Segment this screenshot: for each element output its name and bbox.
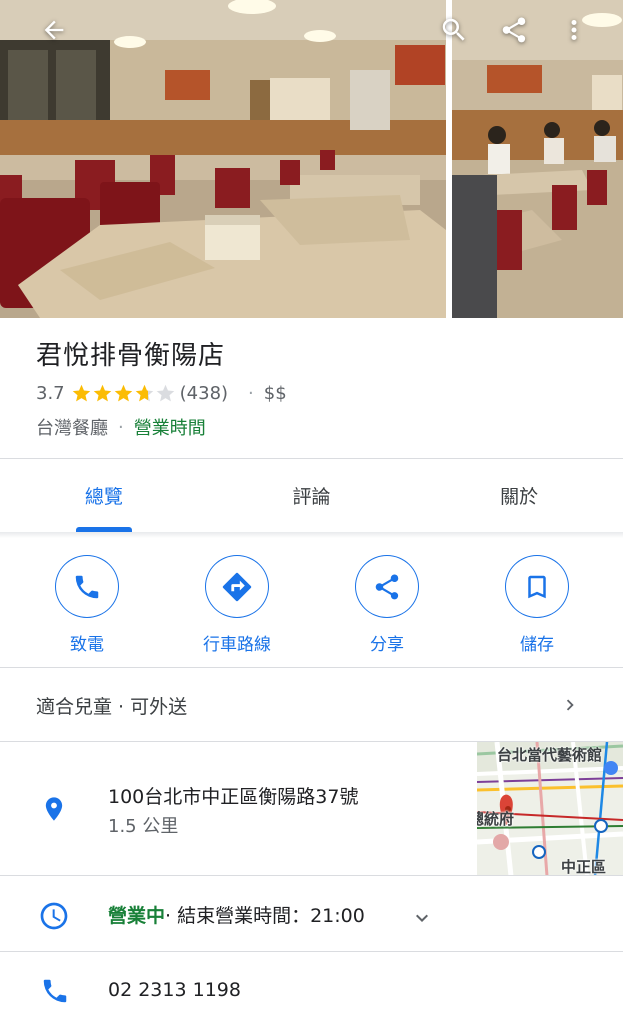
chevron-down-icon[interactable] xyxy=(410,906,434,930)
address-row[interactable]: 100台北市中正區衡陽路37號 1.5 公里 台北當代藝術館 總統府 中正區 xyxy=(0,742,623,876)
star-icon xyxy=(156,384,174,401)
directions-icon xyxy=(222,572,252,601)
tab-overview[interactable]: 總覽 xyxy=(0,460,208,532)
star-icon xyxy=(93,384,111,401)
bookmark-icon xyxy=(528,575,546,598)
closing-time: · 結束營業時間：21:00 xyxy=(165,905,365,927)
action-label: 儲存 xyxy=(520,635,554,655)
call-button[interactable]: 致電 xyxy=(12,555,162,655)
phone-icon xyxy=(43,979,67,1003)
hours-text: 營業中 · 結束營業時間：21:00 xyxy=(108,901,365,928)
clock-icon xyxy=(40,902,68,930)
category-label: 台灣餐廳 xyxy=(36,418,108,439)
phone-row[interactable]: 02 2313 1198 xyxy=(0,952,623,1024)
directions-button[interactable]: 行車路線 xyxy=(162,555,312,655)
restaurant-photo-secondary[interactable] xyxy=(452,0,623,318)
more-vert-icon xyxy=(571,20,577,40)
place-title: 君悅排骨衡陽店 xyxy=(36,341,226,371)
star-icon xyxy=(72,384,90,401)
more-options-button[interactable] xyxy=(554,10,594,50)
separator-dot: · xyxy=(248,382,254,404)
arrow-left-icon xyxy=(44,20,64,40)
tab-label: 評論 xyxy=(292,485,331,508)
chevron-right-icon xyxy=(566,699,574,711)
hours-link[interactable]: 營業時間 xyxy=(134,414,206,440)
review-count: (438) xyxy=(179,382,229,404)
search-icon xyxy=(442,18,465,41)
open-status: 營業中 xyxy=(108,905,166,927)
star-icon xyxy=(114,384,132,401)
tab-shadow xyxy=(0,532,623,538)
tab-bar: 總覽 評論 關於 xyxy=(0,460,623,532)
phone-number: 02 2313 1198 xyxy=(108,979,241,1001)
rating-row[interactable]: 3.7 (438) · $$ xyxy=(36,380,596,406)
price-level: $$ xyxy=(263,382,287,404)
tab-label: 總覽 xyxy=(84,485,123,508)
separator-dot: · xyxy=(118,416,124,438)
map-label-museum: 台北當代藝術館 xyxy=(497,746,603,764)
distance-text: 1.5 公里 xyxy=(108,816,179,837)
map-label-district: 中正區 xyxy=(561,858,607,876)
map-label-presidential-office: 總統府 xyxy=(477,810,515,828)
address-text: 100台北市中正區衡陽路37號 xyxy=(108,786,359,808)
hours-row[interactable]: 營業中 · 結束營業時間：21:00 xyxy=(0,876,623,952)
action-label: 分享 xyxy=(370,635,404,655)
star-rating xyxy=(71,383,176,404)
map-thumbnail[interactable]: 台北當代藝術館 總統府 中正區 xyxy=(477,742,623,876)
action-label: 行車路線 xyxy=(203,635,271,655)
tab-label: 關於 xyxy=(500,485,539,508)
tab-about[interactable]: 關於 xyxy=(415,460,623,532)
rating-value: 3.7 xyxy=(36,382,65,404)
share-button[interactable]: 分享 xyxy=(312,555,462,655)
share-icon xyxy=(375,573,399,599)
share-icon xyxy=(502,17,526,43)
search-button[interactable] xyxy=(434,10,474,50)
location-pin-icon xyxy=(45,797,63,821)
place-header: 君悅排骨衡陽店 3.7 (438) · $$ 台灣餐廳 · 營業時間 xyxy=(36,338,596,440)
back-button[interactable] xyxy=(34,10,74,50)
action-bar: 致電 行車路線 分享 儲存 xyxy=(0,555,623,655)
phone-icon xyxy=(75,575,99,598)
category-row: 台灣餐廳 · 營業時間 xyxy=(36,414,596,440)
attributes-text: 適合兒童 · 可外送 xyxy=(36,695,188,718)
star-icon xyxy=(135,384,153,401)
tab-reviews[interactable]: 評論 xyxy=(208,460,416,532)
divider xyxy=(0,458,623,459)
photo-gallery[interactable] xyxy=(0,0,623,318)
share-header-button[interactable] xyxy=(494,10,534,50)
attributes-row[interactable]: 適合兒童 · 可外送 xyxy=(0,668,623,742)
action-label: 致電 xyxy=(70,635,104,655)
save-button[interactable]: 儲存 xyxy=(462,555,612,655)
